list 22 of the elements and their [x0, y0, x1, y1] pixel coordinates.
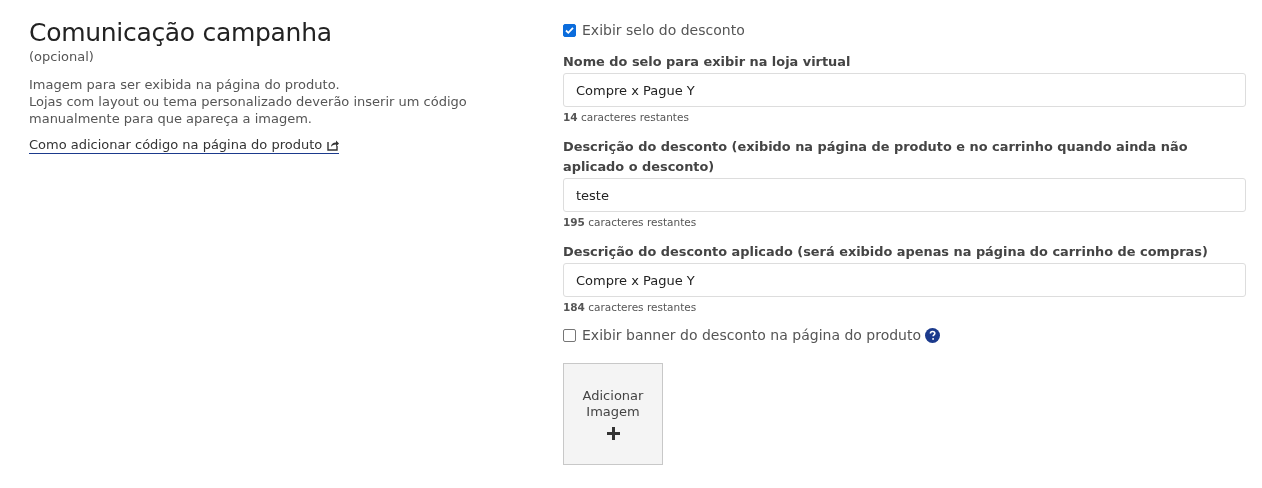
checkbox-label: Exibir banner do desconto na página do produto: [582, 327, 922, 343]
plus-icon: [605, 425, 621, 441]
checkbox[interactable]: [563, 23, 576, 37]
description-text: Imagem para ser exibida na página do produto.: [29, 76, 341, 93]
optional-note: (opcional): [29, 49, 95, 64]
text-field[interactable]: Compre x Pague Y: [563, 73, 1246, 107]
field-label: Descrição do desconto aplicado (será exibido apenas na página do carrinho de compras): [563, 243, 1209, 261]
text-field[interactable]: Compre x Pague Y: [563, 263, 1246, 297]
text-field[interactable]: teste: [563, 178, 1246, 212]
characters-remaining: 14 caracteres restantes: [563, 111, 690, 123]
help-icon[interactable]: [925, 327, 941, 343]
checkbox-label: Exibir selo do desconto: [582, 22, 745, 38]
add-image-button[interactable]: Adicionar Imagem: [563, 363, 663, 465]
field-label: Descrição do desconto (exibido na página de produto e no carrinho quando ainda não aplicado o desconto): [563, 138, 1189, 176]
description-text: Lojas com layout ou tema personalizado deverão inserir um código manualmente para que apareça a imagem.: [29, 93, 468, 127]
section-title: Comunicação campanha: [29, 18, 333, 47]
characters-remaining: 195 caracteres restantes: [563, 216, 698, 228]
help-link[interactable]: Como adicionar código na página do produto: [29, 137, 340, 154]
field-label: Nome do selo para exibir na loja virtual: [563, 53, 852, 71]
characters-remaining: 184 caracteres restantes: [563, 301, 698, 313]
checkbox[interactable]: [563, 328, 576, 342]
external-link-icon: [327, 138, 340, 151]
